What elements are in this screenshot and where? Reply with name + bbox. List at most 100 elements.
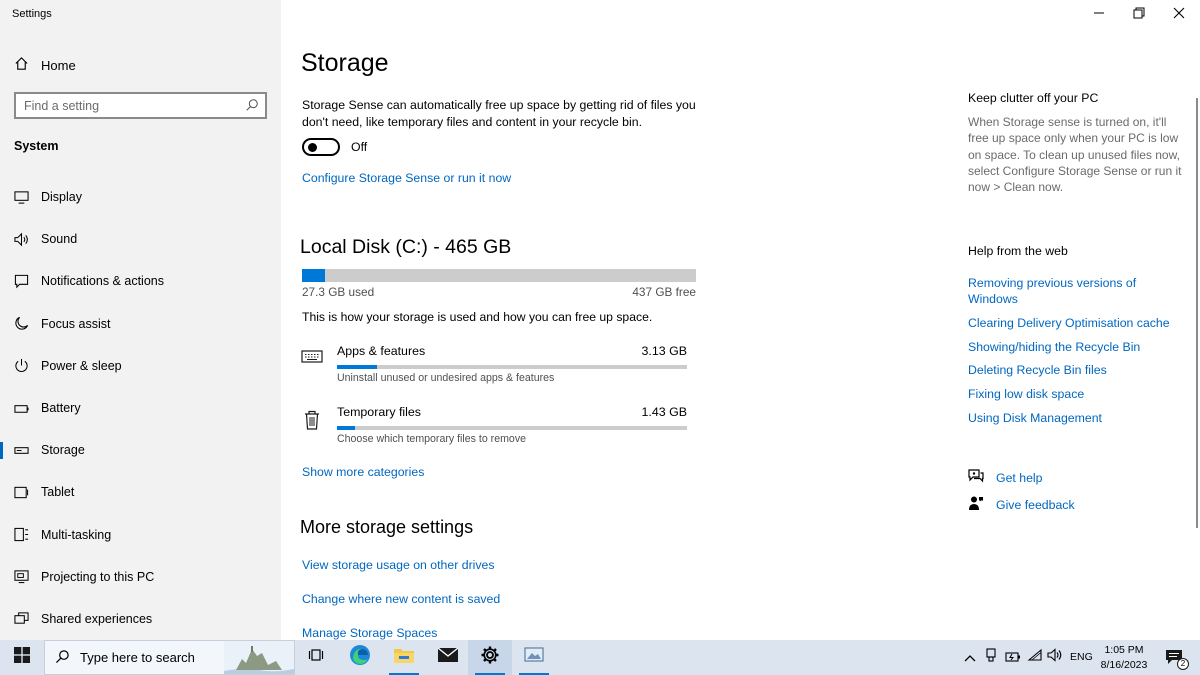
clutter-text: When Storage sense is turned on, it'll f… xyxy=(968,115,1182,195)
close-button[interactable] xyxy=(1164,5,1194,25)
multitask-icon xyxy=(14,527,29,542)
speaker-icon xyxy=(1047,648,1063,667)
configure-storage-sense-link[interactable]: Configure Storage Sense or run it now xyxy=(302,171,511,185)
category-usage-bar xyxy=(337,426,687,430)
home-icon xyxy=(14,56,29,74)
start-button[interactable] xyxy=(0,640,44,675)
disk-used-label: 27.3 GB used xyxy=(302,285,375,299)
get-help-link[interactable]: Get help xyxy=(968,468,1043,487)
chevron-up-icon xyxy=(964,649,976,667)
tray-volume[interactable] xyxy=(1046,640,1064,675)
search-icon[interactable] xyxy=(245,98,259,115)
home-button[interactable]: Home xyxy=(14,56,76,74)
input-language-indicator[interactable]: ENG xyxy=(1070,651,1093,663)
sidebar-nav: Display Sound Notifications & actions Fo… xyxy=(0,176,281,640)
sidebar-item-battery[interactable]: Battery xyxy=(0,387,281,429)
help-heading: Help from the web xyxy=(968,244,1068,258)
sidebar-item-notifications[interactable]: Notifications & actions xyxy=(0,260,281,302)
restore-button[interactable] xyxy=(1124,5,1154,25)
sidebar-item-power-sleep[interactable]: Power & sleep xyxy=(0,345,281,387)
more-storage-settings-title: More storage settings xyxy=(300,517,474,537)
edge-icon xyxy=(349,644,371,671)
change-new-content-location-link[interactable]: Change where new content is saved xyxy=(302,592,500,606)
moon-icon xyxy=(14,316,29,331)
taskbar-edge[interactable] xyxy=(338,640,382,675)
find-setting-search[interactable]: Find a setting xyxy=(14,92,267,119)
sidebar: Settings Home Find a setting System Disp… xyxy=(0,0,281,640)
taskbar-photos[interactable] xyxy=(512,640,556,675)
category-apps-features[interactable]: Apps & features 3.13 GB Uninstall unused… xyxy=(300,344,690,394)
tray-network[interactable] xyxy=(1026,640,1044,675)
sidebar-item-projecting[interactable]: Projecting to this PC xyxy=(0,556,281,598)
category-subtitle: Uninstall unused or undesired apps & fea… xyxy=(337,372,555,384)
photos-icon xyxy=(523,646,545,669)
clock-date: 8/16/2023 xyxy=(1100,658,1148,671)
storage-sense-toggle[interactable] xyxy=(302,138,340,156)
task-view-icon xyxy=(308,647,324,668)
toggle-state-label: Off xyxy=(351,140,368,154)
disk-usage-fill xyxy=(302,269,326,282)
sidebar-item-sound[interactable]: Sound xyxy=(0,218,281,260)
task-view-button[interactable] xyxy=(294,640,338,675)
taskbar-settings[interactable] xyxy=(468,640,512,675)
speaker-icon xyxy=(14,232,29,247)
help-link-delete-recycle-bin[interactable]: Deleting Recycle Bin files xyxy=(968,362,1183,378)
tablet-icon xyxy=(14,485,29,500)
category-usage-fill xyxy=(337,365,378,369)
sidebar-item-focus-assist[interactable]: Focus assist xyxy=(0,303,281,345)
sidebar-item-multitasking[interactable]: Multi-tasking xyxy=(0,514,281,556)
view-storage-other-drives-link[interactable]: View storage usage on other drives xyxy=(302,558,495,572)
restore-icon xyxy=(1133,6,1145,24)
taskbar: Type here to search ENG 1:05 PM 8/16/202… xyxy=(0,640,1200,675)
tray-usb-device[interactable] xyxy=(983,640,999,675)
help-link-disk-management[interactable]: Using Disk Management xyxy=(968,410,1183,426)
disk-usage-bar xyxy=(302,269,696,282)
search-highlight-illustration xyxy=(224,641,294,674)
help-link-delivery-cache[interactable]: Clearing Delivery Optimisation cache xyxy=(968,315,1183,331)
taskbar-mail[interactable] xyxy=(426,640,470,675)
show-hidden-icons-button[interactable] xyxy=(962,640,978,675)
taskbar-file-explorer[interactable] xyxy=(382,640,426,675)
app-title: Settings xyxy=(12,8,52,20)
keyboard-icon xyxy=(301,348,323,371)
search-placeholder: Find a setting xyxy=(24,98,100,113)
battery-icon xyxy=(14,401,29,416)
manage-storage-spaces-link[interactable]: Manage Storage Spaces xyxy=(302,626,437,640)
notification-count-badge: 2 xyxy=(1177,657,1189,670)
section-label-system: System xyxy=(14,139,59,153)
sidebar-item-display[interactable]: Display xyxy=(0,176,281,218)
category-usage-bar xyxy=(337,365,687,369)
taskbar-clock[interactable]: 1:05 PM 8/16/2023 xyxy=(1096,643,1152,672)
drive-icon xyxy=(14,443,29,458)
disk-free-label: 437 GB free xyxy=(632,285,696,299)
windows-logo-icon xyxy=(14,647,30,668)
sidebar-item-shared-experiences[interactable]: Shared experiences xyxy=(0,598,281,640)
give-feedback-link[interactable]: Give feedback xyxy=(968,495,1075,514)
help-link-recycle-bin-visibility[interactable]: Showing/hiding the Recycle Bin xyxy=(968,339,1183,355)
disk-title: Local Disk (C:) - 465 GB xyxy=(300,236,512,258)
search-icon xyxy=(55,649,70,667)
help-link-previous-windows[interactable]: Removing previous versions of Windows xyxy=(968,275,1183,307)
minimize-button[interactable] xyxy=(1084,5,1114,25)
storage-usage-explainer: This is how your storage is used and how… xyxy=(302,310,653,324)
sidebar-item-storage[interactable]: Storage xyxy=(0,429,281,471)
taskbar-search-box[interactable]: Type here to search xyxy=(44,640,295,675)
settings-window: Settings Home Find a setting System Disp… xyxy=(0,0,1200,640)
category-name: Apps & features xyxy=(337,344,426,358)
show-more-categories-link[interactable]: Show more categories xyxy=(302,465,424,479)
clock-time: 1:05 PM xyxy=(1104,644,1144,656)
sidebar-item-label: Projecting to this PC xyxy=(41,569,155,584)
get-help-label: Get help xyxy=(996,470,1043,485)
tray-battery[interactable] xyxy=(1004,640,1022,675)
scrollbar[interactable] xyxy=(1196,98,1198,528)
sidebar-item-label: Shared experiences xyxy=(41,611,153,626)
help-link-low-disk-space[interactable]: Fixing low disk space xyxy=(968,386,1183,402)
category-temporary-files[interactable]: Temporary files 1.43 GB Choose which tem… xyxy=(300,405,690,455)
action-center-button[interactable]: 2 xyxy=(1160,640,1190,675)
notification-icon: 2 xyxy=(1165,649,1189,670)
page-title: Storage xyxy=(301,49,389,77)
toggle-knob xyxy=(308,143,317,152)
sidebar-item-tablet[interactable]: Tablet xyxy=(0,471,281,513)
category-usage-fill xyxy=(337,426,355,430)
sidebar-item-label: Battery xyxy=(41,401,81,416)
